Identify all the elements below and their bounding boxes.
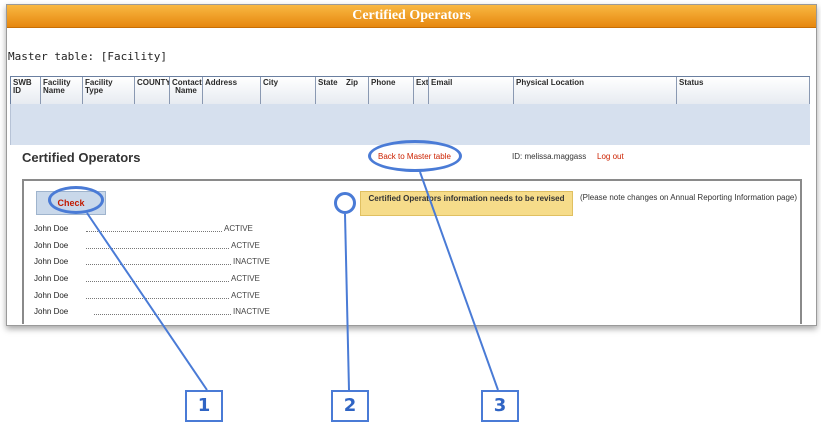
leader-line-2 — [344, 213, 350, 391]
callout-3: 3 — [481, 390, 519, 422]
leader-line-1 — [86, 212, 208, 391]
leader-line-3 — [419, 171, 499, 391]
callout-2: 2 — [331, 390, 369, 422]
callout-leader-lines — [86, 171, 499, 391]
callout-1: 1 — [185, 390, 223, 422]
